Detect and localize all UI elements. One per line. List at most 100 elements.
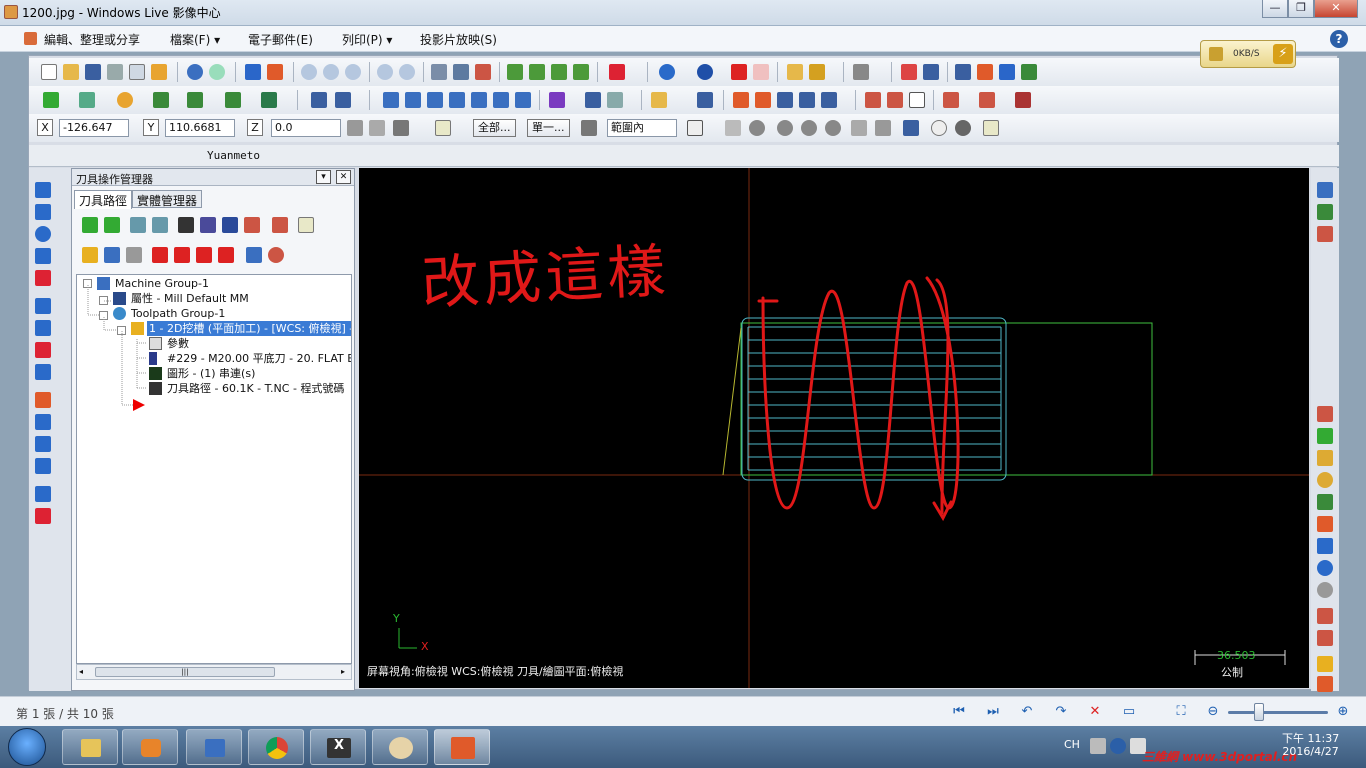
x-coord-input[interactable]: -126.647 bbox=[59, 119, 129, 137]
top-view-icon[interactable] bbox=[35, 182, 51, 198]
xform-stretch-icon[interactable] bbox=[515, 92, 531, 108]
area-select-icon[interactable] bbox=[801, 120, 817, 136]
grid-solid-icon[interactable] bbox=[35, 414, 51, 430]
tool-icon[interactable] bbox=[853, 64, 869, 80]
post-g1-icon[interactable] bbox=[222, 217, 238, 233]
print-icon[interactable] bbox=[107, 64, 123, 80]
save-icon[interactable] bbox=[85, 64, 101, 80]
surface-icon[interactable] bbox=[261, 92, 277, 108]
pencil-icon[interactable] bbox=[787, 64, 803, 80]
dim-icon[interactable] bbox=[777, 92, 793, 108]
level-icon[interactable] bbox=[923, 64, 939, 80]
polygon-select-icon[interactable] bbox=[749, 120, 765, 136]
select-single-button[interactable]: 單一... bbox=[527, 119, 570, 137]
rotate-left-icon[interactable]: ↶ bbox=[1018, 704, 1036, 720]
lines-list-icon[interactable] bbox=[755, 92, 771, 108]
view-sheet-icon[interactable] bbox=[1317, 182, 1333, 198]
solid-icon[interactable] bbox=[731, 64, 747, 80]
palette-icon[interactable] bbox=[1317, 656, 1333, 672]
next-image-icon[interactable]: ⏭ bbox=[984, 704, 1002, 720]
menu-email[interactable]: 電子郵件(E) bbox=[248, 31, 313, 48]
toggle-post-icon[interactable] bbox=[126, 247, 142, 263]
maximize-button[interactable]: ❐ bbox=[1288, 0, 1314, 18]
fillet-icon[interactable] bbox=[187, 92, 203, 108]
view-iso-icon[interactable] bbox=[573, 64, 589, 80]
scrollbar-thumb[interactable]: ||| bbox=[95, 667, 275, 677]
view-cube-icon[interactable] bbox=[609, 64, 625, 80]
regen-all-icon[interactable] bbox=[130, 217, 146, 233]
expand-icon[interactable] bbox=[697, 92, 713, 108]
insert-arrow-icon[interactable] bbox=[196, 247, 212, 263]
highfeed-icon[interactable] bbox=[244, 217, 260, 233]
scroll-arrow-icon[interactable] bbox=[218, 247, 234, 263]
no-entry-icon[interactable] bbox=[1317, 582, 1333, 598]
select-invalid-ops-icon[interactable] bbox=[104, 217, 120, 233]
select-help-icon[interactable] bbox=[983, 120, 999, 136]
delete-ops-icon[interactable] bbox=[272, 217, 288, 233]
snap-icon[interactable] bbox=[393, 120, 409, 136]
tree-horizontal-scrollbar[interactable]: ◂ ||| ▸ bbox=[76, 664, 352, 680]
move-up-icon[interactable] bbox=[174, 247, 190, 263]
solid-select-icon[interactable] bbox=[851, 120, 867, 136]
feature-icon[interactable] bbox=[268, 247, 284, 263]
taskbar-media-player[interactable] bbox=[122, 729, 178, 765]
zoom-slider-track[interactable] bbox=[1228, 711, 1328, 714]
tab-solids[interactable]: 實體管理器 bbox=[132, 190, 203, 208]
select-all-ops-icon[interactable] bbox=[82, 217, 98, 233]
verify-icon[interactable] bbox=[200, 217, 216, 233]
taskbar-paint[interactable] bbox=[372, 729, 428, 765]
rotate-right-icon[interactable]: ↷ bbox=[1052, 704, 1070, 720]
grid-tool-icon[interactable] bbox=[1317, 516, 1333, 532]
eraser-icon[interactable] bbox=[753, 64, 769, 80]
zoom-window-icon[interactable] bbox=[323, 64, 339, 80]
analyze-icon[interactable] bbox=[901, 64, 917, 80]
zoom-slider-thumb[interactable] bbox=[1254, 703, 1264, 721]
xform-translate-icon[interactable] bbox=[383, 92, 399, 108]
menu-print[interactable]: 列印(P) ▾ bbox=[342, 31, 392, 48]
preview-icon[interactable] bbox=[129, 64, 145, 80]
mesh-icon[interactable] bbox=[733, 92, 749, 108]
redo-icon[interactable] bbox=[209, 64, 225, 80]
backplot-icon[interactable] bbox=[178, 217, 194, 233]
add-icon[interactable] bbox=[1317, 428, 1333, 444]
toggle-display-icon[interactable] bbox=[104, 247, 120, 263]
mold-icon[interactable] bbox=[979, 92, 995, 108]
solid-ops-icon[interactable] bbox=[865, 92, 881, 108]
fast-point-icon[interactable] bbox=[369, 120, 385, 136]
undo-icon[interactable] bbox=[187, 64, 203, 80]
wireframe-icon[interactable] bbox=[453, 64, 469, 80]
solid-revolve-icon[interactable] bbox=[35, 342, 51, 358]
xform-rotate-icon[interactable] bbox=[405, 92, 421, 108]
taskbar-explorer[interactable] bbox=[62, 729, 118, 765]
xform-mirror-icon[interactable] bbox=[449, 92, 465, 108]
graphics-viewport[interactable]: 改成這樣 Y X 屏幕視角:俯檢視 WCS:俯檢視 刀具/繪圖平面:俯檢視 36… bbox=[359, 168, 1309, 688]
y-coord-input[interactable]: 110.6681 bbox=[165, 119, 235, 137]
delete-icon[interactable]: ✕ bbox=[1086, 704, 1104, 720]
network-speed-badge[interactable]: 0KB/S ⚡ bbox=[1200, 40, 1296, 68]
drill-icon[interactable] bbox=[549, 92, 565, 108]
calc-icon[interactable] bbox=[35, 458, 51, 474]
rectangle-icon[interactable] bbox=[153, 92, 169, 108]
clock[interactable]: 下午 11:37 2016/4/27 bbox=[1282, 732, 1339, 758]
range-select[interactable]: 範圍內 bbox=[607, 119, 677, 137]
sphere-icon[interactable] bbox=[697, 64, 713, 80]
line-icon[interactable] bbox=[79, 92, 95, 108]
coord-help-icon[interactable] bbox=[435, 120, 451, 136]
undo-select-icon[interactable] bbox=[875, 120, 891, 136]
cursor-select-icon[interactable] bbox=[687, 120, 703, 136]
menu-file[interactable]: 檔案(F) ▾ bbox=[170, 31, 220, 48]
panel-dropdown-icon[interactable]: ▾ bbox=[316, 170, 331, 184]
scroll-right-icon[interactable]: ▸ bbox=[341, 667, 345, 676]
rotate-view-icon[interactable] bbox=[35, 226, 51, 242]
front-view-icon[interactable] bbox=[35, 204, 51, 220]
view-front-icon[interactable] bbox=[529, 64, 545, 80]
unzoom-icon[interactable] bbox=[399, 64, 415, 80]
regen-dirty-icon[interactable] bbox=[152, 217, 168, 233]
cutter-icon[interactable] bbox=[1015, 92, 1031, 108]
machine-icon[interactable] bbox=[821, 92, 837, 108]
panel-close-icon[interactable]: ✕ bbox=[336, 170, 351, 184]
verify-select-icon[interactable] bbox=[903, 120, 919, 136]
xform-offset-icon[interactable] bbox=[471, 92, 487, 108]
cube-view-icon[interactable] bbox=[35, 270, 51, 286]
new-file-icon[interactable] bbox=[41, 64, 57, 80]
